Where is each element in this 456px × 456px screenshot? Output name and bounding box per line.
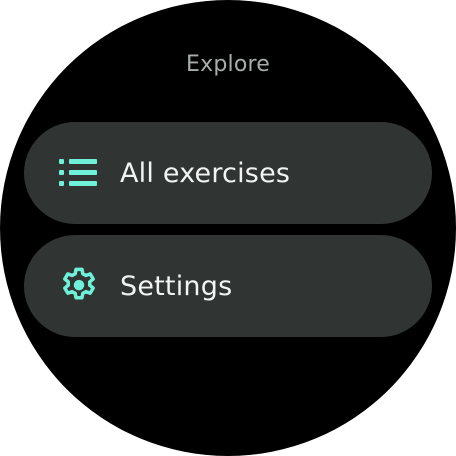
- all-exercises-chip[interactable]: All exercises: [24, 122, 432, 224]
- gear-icon: [58, 265, 100, 307]
- settings-label: Settings: [120, 270, 233, 302]
- screen-title: Explore: [186, 52, 270, 77]
- settings-chip[interactable]: Settings: [24, 235, 432, 337]
- watch-screen: Explore All exercises Settings: [0, 0, 456, 456]
- list-icon: [58, 152, 100, 194]
- all-exercises-label: All exercises: [120, 157, 291, 189]
